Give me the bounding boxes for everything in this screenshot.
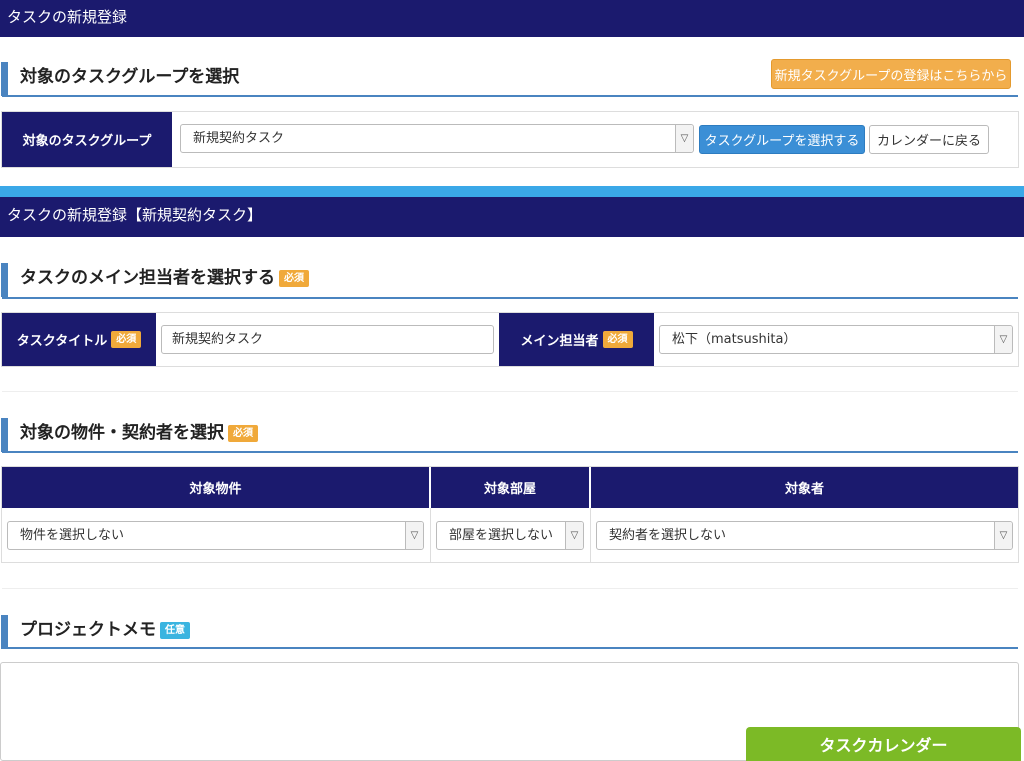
section-title-task-group: 対象のタスクグループを選択: [1, 62, 239, 96]
column-header-property: 対象物件: [2, 467, 429, 508]
room-select[interactable]: 部屋を選択しない ▽: [436, 521, 584, 550]
required-badge: 必須: [228, 424, 258, 442]
form-header-title: タスクの新規登録【新規契約タスク】: [7, 206, 263, 224]
section-divider: [2, 451, 1018, 453]
task-title-input[interactable]: 新規契約タスク: [161, 325, 494, 354]
task-calendar-button[interactable]: タスクカレンダー: [746, 727, 1021, 761]
page-header: タスクの新規登録: [0, 0, 1024, 37]
task-group-select[interactable]: 新規契約タスク ▽: [180, 124, 694, 153]
person-select[interactable]: 契約者を選択しない ▽: [596, 521, 1013, 550]
task-group-label: 対象のタスクグループ: [2, 112, 172, 167]
required-badge: 必須: [279, 269, 309, 287]
section-divider: [2, 647, 1018, 649]
chevron-down-icon: ▽: [565, 522, 583, 549]
required-badge: 必須: [602, 331, 633, 348]
optional-badge: 任意: [160, 621, 190, 639]
chevron-down-icon: ▽: [675, 125, 693, 152]
chevron-down-icon: ▽: [405, 522, 423, 549]
required-badge: 必須: [111, 331, 142, 348]
section-title-main-assignee: タスクのメイン担当者を選択する 必須: [1, 263, 309, 297]
section-divider: [2, 95, 1018, 97]
back-to-calendar-button[interactable]: カレンダーに戻る: [869, 125, 989, 154]
assignee-label: メイン担当者 必須: [499, 313, 654, 366]
accent-stripe: [0, 186, 1024, 197]
register-task-group-button[interactable]: 新規タスクグループの登録はこちらから: [771, 59, 1011, 89]
select-task-group-button[interactable]: タスクグループを選択する: [699, 125, 865, 154]
section-title-memo: プロジェクトメモ 任意: [1, 615, 190, 649]
task-title-label: タスクタイトル 必須: [2, 313, 156, 366]
chevron-down-icon: ▽: [994, 522, 1012, 549]
column-divider: [430, 508, 431, 563]
section-title-property: 対象の物件・契約者を選択 必須: [1, 418, 258, 452]
property-select[interactable]: 物件を選択しない ▽: [7, 521, 424, 550]
column-divider: [590, 508, 591, 563]
column-header-person: 対象者: [591, 467, 1018, 508]
assignee-select[interactable]: 松下（matsushita） ▽: [659, 325, 1013, 354]
separator: [2, 391, 1018, 392]
page-header-title: タスクの新規登録: [7, 8, 128, 26]
chevron-down-icon: ▽: [994, 326, 1012, 353]
section-divider: [2, 297, 1018, 299]
column-header-room: 対象部屋: [431, 467, 589, 508]
separator: [2, 588, 1018, 589]
form-header: タスクの新規登録【新規契約タスク】: [0, 197, 1024, 237]
